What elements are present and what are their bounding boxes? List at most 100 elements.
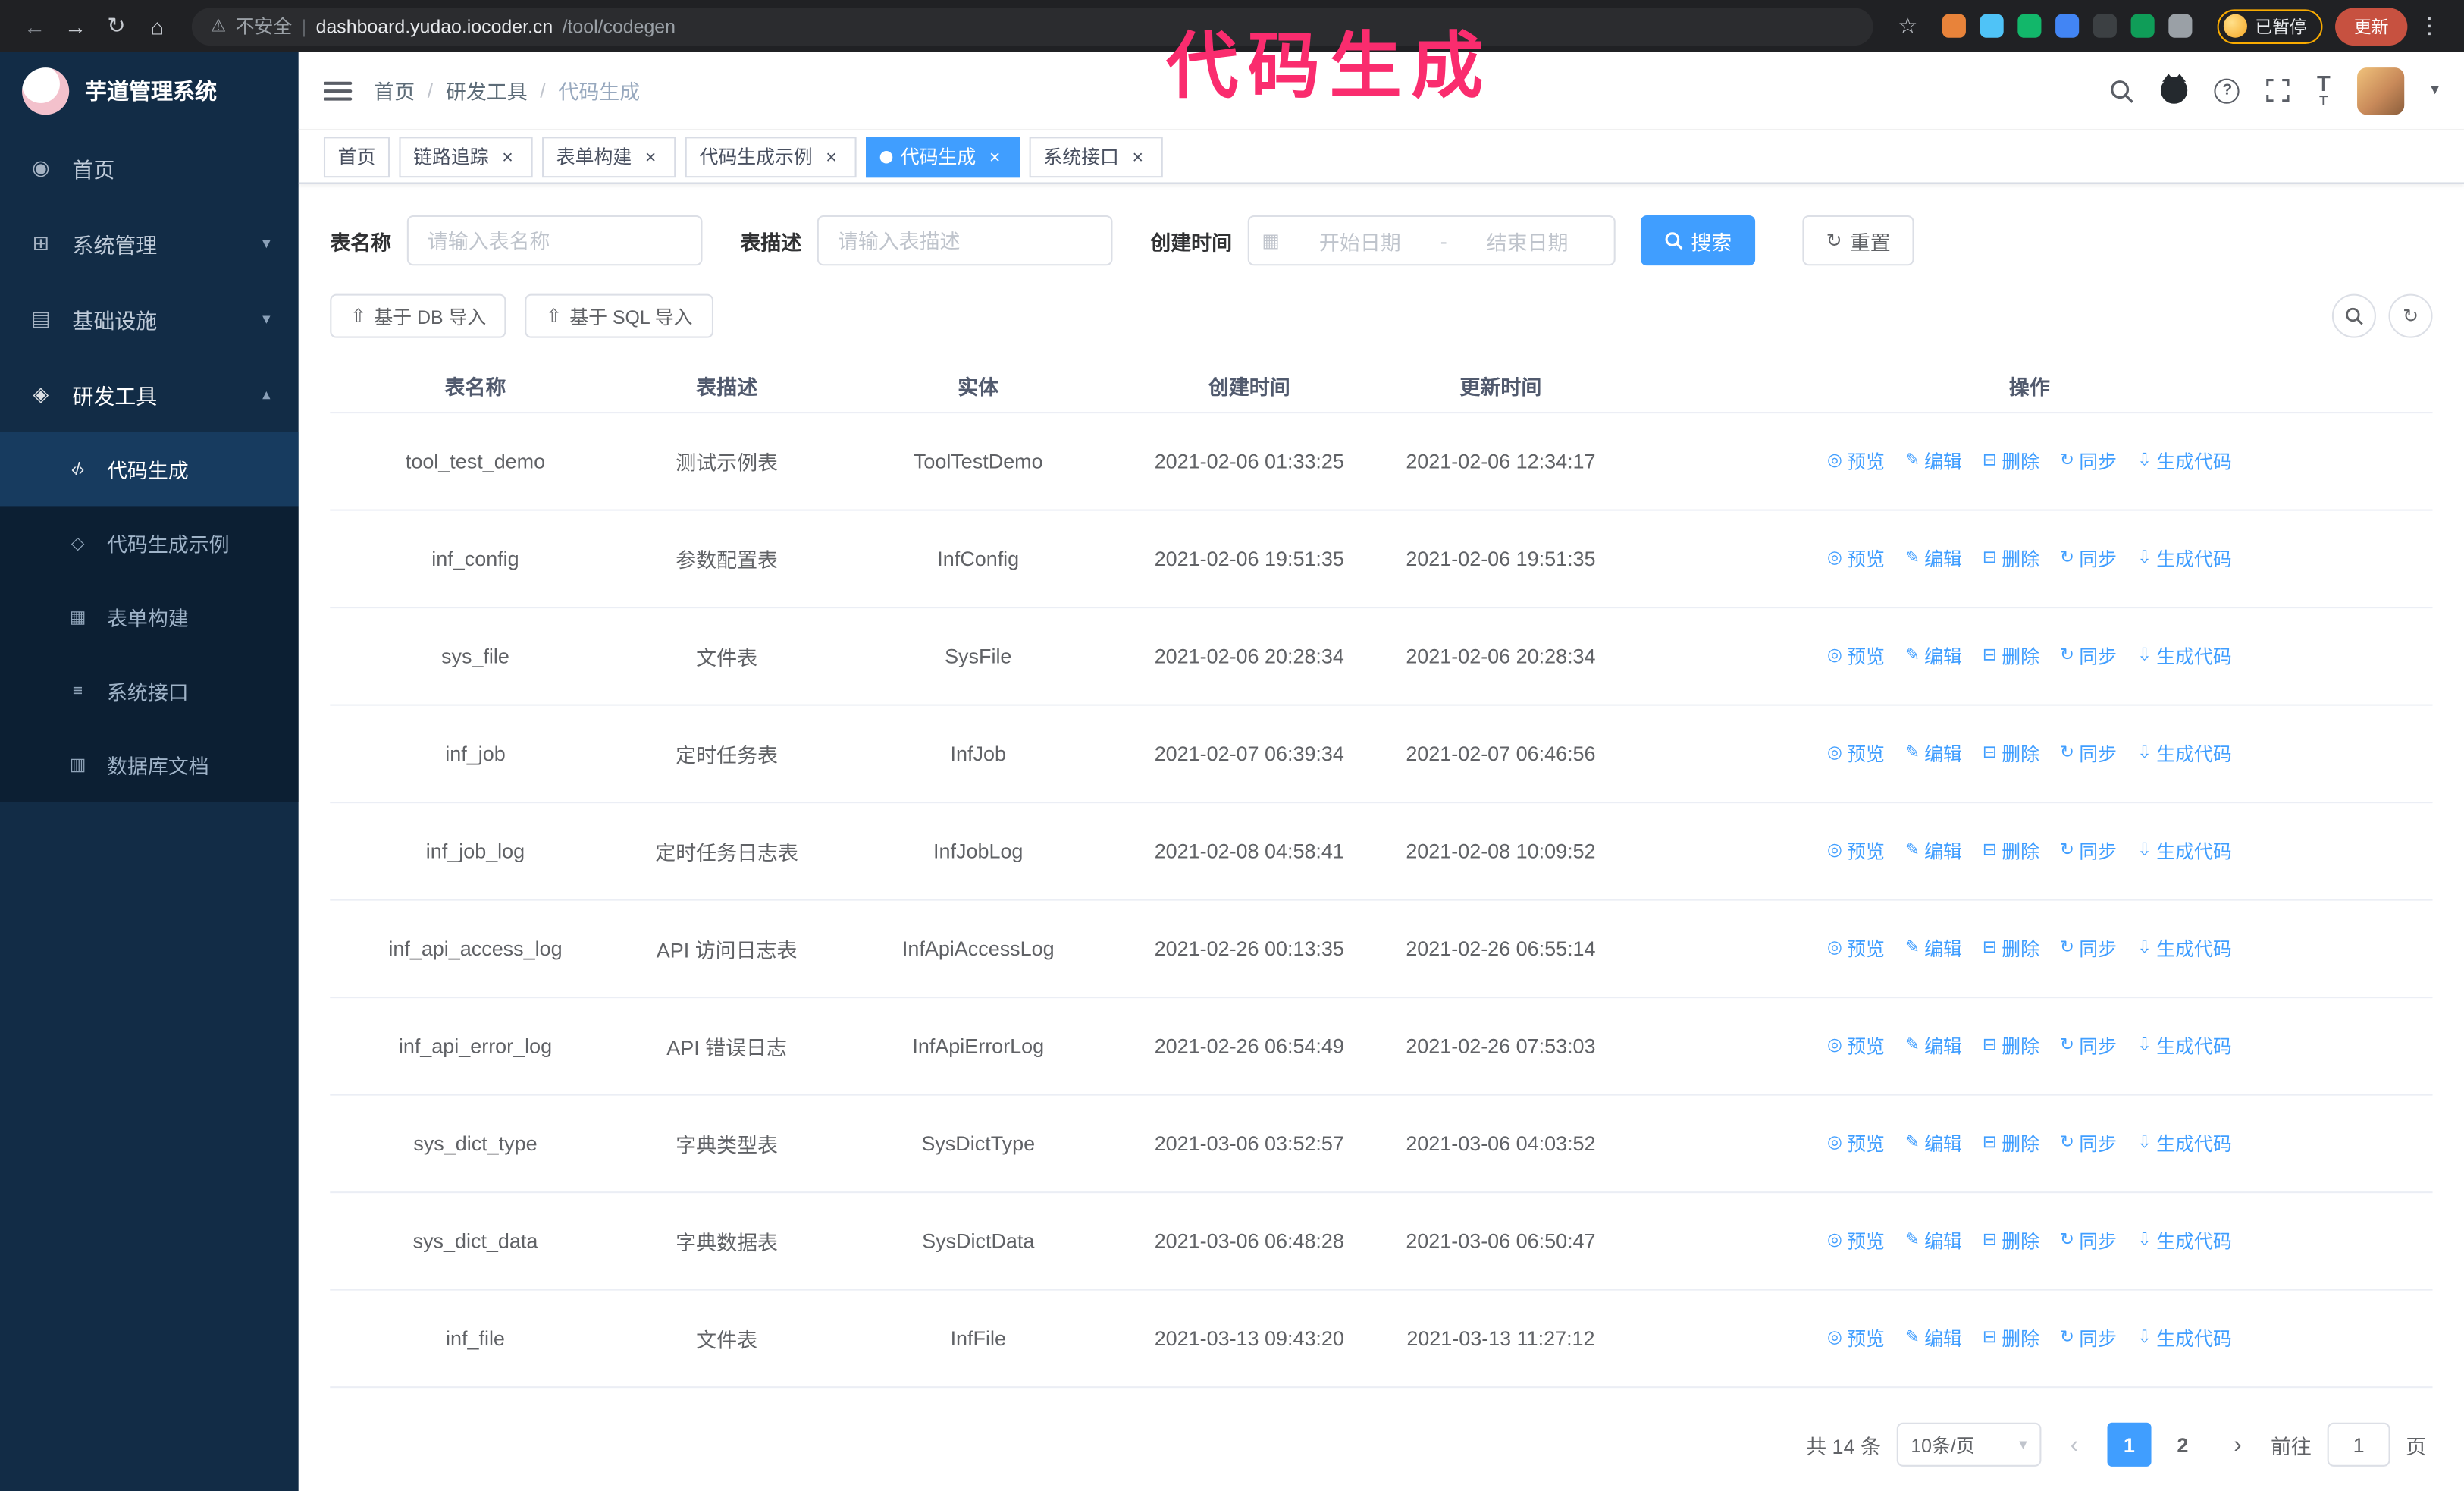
delete-link[interactable]: ⊟ 删除: [1983, 545, 2039, 572]
help-icon[interactable]: ?: [2215, 77, 2240, 103]
preview-link[interactable]: ◎ 预览: [1827, 1033, 1885, 1059]
preview-link[interactable]: ◎ 预览: [1827, 1228, 1885, 1254]
preview-link[interactable]: ◎ 预览: [1827, 643, 1885, 670]
tab-close-icon[interactable]: ×: [497, 146, 519, 168]
edit-link[interactable]: ✎ 编辑: [1905, 740, 1962, 767]
preview-link[interactable]: ◎ 预览: [1827, 838, 1885, 865]
preview-link[interactable]: ◎ 预览: [1827, 740, 1885, 767]
generate-code-link[interactable]: ⇩ 生成代码: [2137, 643, 2232, 670]
delete-link[interactable]: ⊟ 删除: [1983, 1228, 2039, 1254]
delete-link[interactable]: ⊟ 删除: [1983, 838, 2039, 865]
sync-link[interactable]: ↻ 同步: [2060, 1130, 2117, 1157]
generate-code-link[interactable]: ⇩ 生成代码: [2137, 1033, 2232, 1059]
fullscreen-icon[interactable]: [2267, 79, 2290, 102]
extension-icon-leaf[interactable]: [2130, 14, 2155, 38]
sidebar-item-dev-tools[interactable]: ◈ 研发工具 ▴: [0, 357, 299, 432]
edit-link[interactable]: ✎ 编辑: [1905, 545, 1962, 572]
bookmark-star-icon[interactable]: ☆: [1889, 7, 1926, 45]
search-icon[interactable]: [2109, 78, 2134, 103]
profile-paused-badge[interactable]: 已暂停: [2217, 8, 2323, 43]
extension-icon-people[interactable]: [2055, 14, 2080, 38]
forward-icon[interactable]: →: [57, 7, 95, 45]
edit-link[interactable]: ✎ 编辑: [1905, 1228, 1962, 1254]
generate-code-link[interactable]: ⇩ 生成代码: [2137, 1325, 2232, 1351]
delete-link[interactable]: ⊟ 删除: [1983, 1130, 2039, 1157]
import-sql-button[interactable]: ⇧ 基于 SQL 导入: [525, 293, 713, 338]
reset-button[interactable]: ↻ 重置: [1802, 215, 1914, 266]
refresh-table-button[interactable]: ↻: [2388, 293, 2433, 338]
preview-link[interactable]: ◎ 预览: [1827, 545, 1885, 572]
generate-code-link[interactable]: ⇩ 生成代码: [2137, 1228, 2232, 1254]
browser-home-icon[interactable]: ⌂: [138, 7, 176, 45]
sync-link[interactable]: ↻ 同步: [2060, 1033, 2117, 1059]
generate-code-link[interactable]: ⇩ 生成代码: [2137, 448, 2232, 475]
toggle-search-button[interactable]: [2331, 293, 2376, 338]
edit-link[interactable]: ✎ 编辑: [1905, 1033, 1962, 1059]
generate-code-link[interactable]: ⇩ 生成代码: [2137, 545, 2232, 572]
prev-page-button[interactable]: ‹: [2057, 1423, 2092, 1467]
update-button[interactable]: 更新: [2335, 7, 2408, 46]
page-button-1[interactable]: 1: [2107, 1422, 2152, 1467]
delete-link[interactable]: ⊟ 删除: [1983, 740, 2039, 767]
address-bar[interactable]: ⚠ 不安全 | dashboard.yudao.iocoder.cn/tool/…: [191, 7, 1873, 46]
generate-code-link[interactable]: ⇩ 生成代码: [2137, 1130, 2232, 1157]
table-desc-input[interactable]: [817, 215, 1113, 266]
preview-link[interactable]: ◎ 预览: [1827, 1325, 1885, 1351]
sync-link[interactable]: ↻ 同步: [2060, 643, 2117, 670]
delete-link[interactable]: ⊟ 删除: [1983, 935, 2039, 962]
preview-link[interactable]: ◎ 预览: [1827, 1130, 1885, 1157]
font-size-icon[interactable]: TT: [2317, 72, 2331, 108]
table-name-input[interactable]: [406, 215, 703, 266]
date-range-picker[interactable]: ▦ 开始日期 - 结束日期: [1247, 215, 1616, 266]
page-size-select[interactable]: 10条/页 ▾: [1896, 1422, 2042, 1467]
edit-link[interactable]: ✎ 编辑: [1905, 935, 1962, 962]
browser-menu-dots-icon[interactable]: ⋮: [2411, 7, 2449, 45]
extension-icon-dark[interactable]: [2093, 14, 2117, 38]
search-button[interactable]: 搜索: [1640, 215, 1756, 266]
tab-表单构建[interactable]: 表单构建 ×: [542, 136, 676, 177]
generate-code-link[interactable]: ⇩ 生成代码: [2137, 740, 2232, 767]
extension-icon-green-v[interactable]: [2017, 14, 2042, 38]
sync-link[interactable]: ↻ 同步: [2060, 1325, 2117, 1351]
tab-系统接口[interactable]: 系统接口 ×: [1029, 136, 1163, 177]
import-db-button[interactable]: ⇧ 基于 DB 导入: [330, 293, 507, 338]
breadcrumb-item[interactable]: 研发工具: [446, 75, 528, 105]
generate-code-link[interactable]: ⇩ 生成代码: [2137, 838, 2232, 865]
sync-link[interactable]: ↻ 同步: [2060, 1228, 2117, 1254]
delete-link[interactable]: ⊟ 删除: [1983, 1325, 2039, 1351]
sidebar-item-home[interactable]: ◉ 首页: [0, 130, 299, 206]
delete-link[interactable]: ⊟ 删除: [1983, 448, 2039, 475]
extension-icon-blue-drop[interactable]: [1980, 14, 2004, 38]
sync-link[interactable]: ↻ 同步: [2060, 935, 2117, 962]
tab-代码生成[interactable]: 代码生成 ×: [866, 136, 1020, 177]
back-icon[interactable]: ←: [16, 7, 54, 45]
sidebar-subitem-数据库文档[interactable]: ▥ 数据库文档: [0, 728, 299, 802]
sidebar-item-infrastructure[interactable]: ▤ 基础设施 ▾: [0, 281, 299, 356]
sidebar-subitem-表单构建[interactable]: ▦ 表单构建: [0, 580, 299, 654]
edit-link[interactable]: ✎ 编辑: [1905, 448, 1962, 475]
delete-link[interactable]: ⊟ 删除: [1983, 1033, 2039, 1059]
tab-close-icon[interactable]: ×: [1127, 146, 1149, 168]
sync-link[interactable]: ↻ 同步: [2060, 740, 2117, 767]
edit-link[interactable]: ✎ 编辑: [1905, 1325, 1962, 1351]
sync-link[interactable]: ↻ 同步: [2060, 448, 2117, 475]
tab-close-icon[interactable]: ×: [820, 146, 842, 168]
next-page-button[interactable]: ›: [2221, 1423, 2256, 1467]
avatar-caret-down-icon[interactable]: ▾: [2431, 82, 2438, 99]
user-avatar[interactable]: [2356, 67, 2405, 115]
tab-首页[interactable]: 首页: [323, 136, 390, 177]
hamburger-icon[interactable]: [323, 80, 353, 100]
reload-icon[interactable]: ↻: [98, 7, 136, 45]
sync-link[interactable]: ↻ 同步: [2060, 838, 2117, 865]
sidebar-subitem-代码生成示例[interactable]: ◇ 代码生成示例: [0, 506, 299, 579]
sidebar-subitem-代码生成[interactable]: ‹/› 代码生成: [0, 432, 299, 507]
app-logo[interactable]: 芋道管理系统: [0, 52, 299, 130]
preview-link[interactable]: ◎ 预览: [1827, 448, 1885, 475]
delete-link[interactable]: ⊟ 删除: [1983, 643, 2039, 670]
generate-code-link[interactable]: ⇩ 生成代码: [2137, 935, 2232, 962]
page-button-2[interactable]: 2: [2161, 1423, 2205, 1467]
edit-link[interactable]: ✎ 编辑: [1905, 1130, 1962, 1157]
edit-link[interactable]: ✎ 编辑: [1905, 643, 1962, 670]
preview-link[interactable]: ◎ 预览: [1827, 935, 1885, 962]
sidebar-subitem-系统接口[interactable]: ≡ 系统接口: [0, 654, 299, 727]
